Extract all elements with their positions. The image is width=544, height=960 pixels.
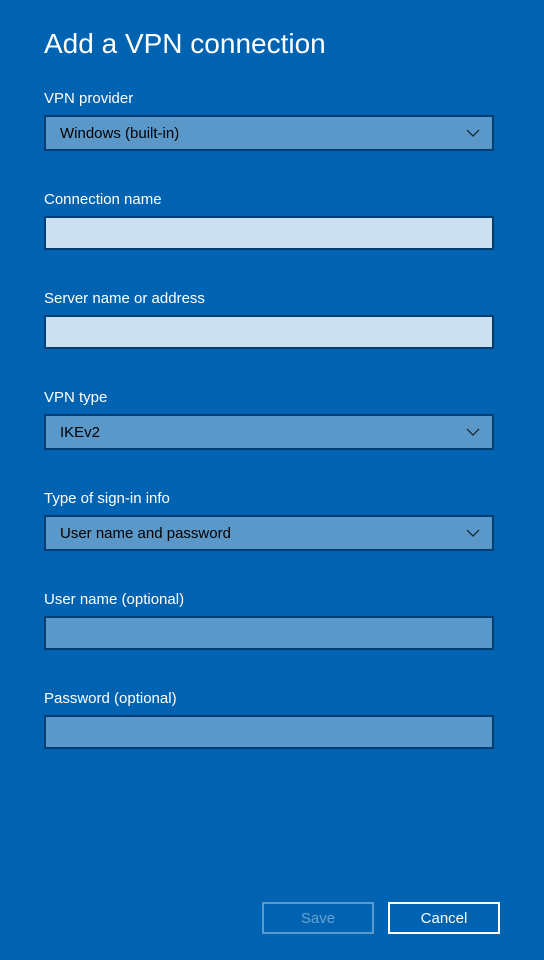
- field-server-address: Server name or address: [44, 290, 500, 349]
- connection-name-label: Connection name: [44, 191, 500, 208]
- signin-type-dropdown[interactable]: User name and password: [44, 515, 494, 551]
- field-password: Password (optional): [44, 690, 500, 749]
- chevron-down-icon: [466, 428, 480, 436]
- cancel-button[interactable]: Cancel: [388, 902, 500, 934]
- chevron-down-icon: [466, 529, 480, 537]
- field-signin-type: Type of sign-in info User name and passw…: [44, 490, 500, 551]
- signin-type-label: Type of sign-in info: [44, 490, 500, 507]
- username-label: User name (optional): [44, 591, 500, 608]
- field-vpn-provider: VPN provider Windows (built-in): [44, 90, 500, 151]
- field-vpn-type: VPN type IKEv2: [44, 389, 500, 450]
- username-input[interactable]: [44, 616, 494, 650]
- vpn-type-value: IKEv2: [60, 424, 478, 441]
- vpn-provider-value: Windows (built-in): [60, 125, 478, 142]
- vpn-type-dropdown[interactable]: IKEv2: [44, 414, 494, 450]
- password-input[interactable]: [44, 715, 494, 749]
- field-connection-name: Connection name: [44, 191, 500, 250]
- save-button[interactable]: Save: [262, 902, 374, 934]
- page-title: Add a VPN connection: [44, 28, 500, 60]
- field-username: User name (optional): [44, 591, 500, 650]
- vpn-provider-dropdown[interactable]: Windows (built-in): [44, 115, 494, 151]
- button-row: Save Cancel: [262, 902, 500, 934]
- signin-type-value: User name and password: [60, 525, 478, 542]
- server-address-label: Server name or address: [44, 290, 500, 307]
- server-address-input[interactable]: [44, 315, 494, 349]
- connection-name-input[interactable]: [44, 216, 494, 250]
- password-label: Password (optional): [44, 690, 500, 707]
- vpn-provider-label: VPN provider: [44, 90, 500, 107]
- chevron-down-icon: [466, 129, 480, 137]
- vpn-type-label: VPN type: [44, 389, 500, 406]
